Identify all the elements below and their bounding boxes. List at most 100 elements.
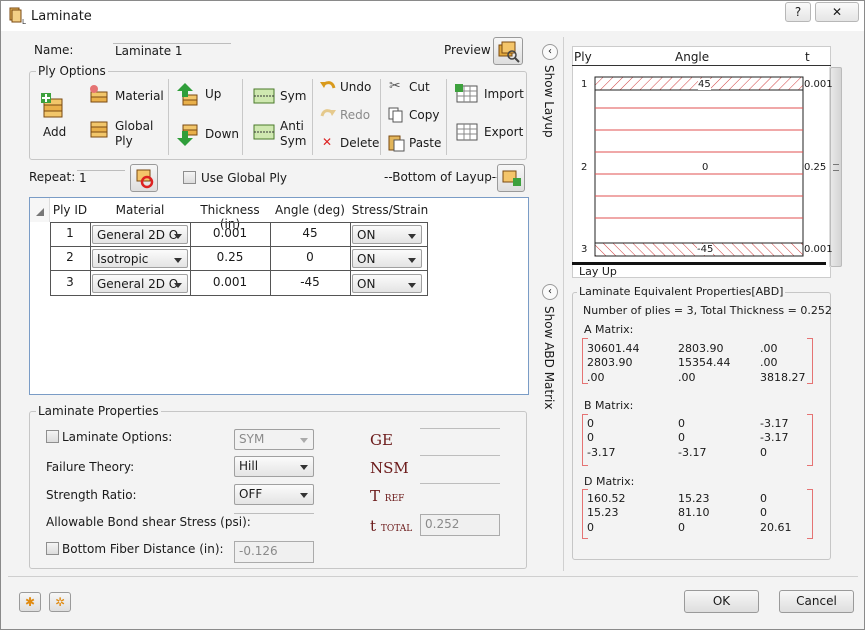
- b-matrix-cell: -3.17: [760, 417, 789, 430]
- import-button[interactable]: Import: [484, 87, 524, 101]
- table-grid-line: [90, 222, 91, 296]
- table-row-material-select[interactable]: General 2D O: [92, 274, 188, 293]
- layup-header-line: [572, 65, 831, 66]
- use-global-ply-checkbox[interactable]: [183, 171, 196, 184]
- table-row-material-select[interactable]: Isotropic: [92, 249, 188, 268]
- layup-col-t: t: [805, 50, 810, 64]
- add-button[interactable]: Add: [43, 125, 66, 139]
- table-row-material-select[interactable]: General 2D O: [92, 225, 188, 244]
- table-grid-line: [50, 246, 428, 247]
- repeat-field[interactable]: 1: [77, 170, 125, 185]
- table-row-ply-id: 2: [66, 250, 74, 264]
- name-field[interactable]: Laminate 1: [113, 43, 231, 58]
- col-header-angle[interactable]: Angle (deg): [270, 203, 350, 217]
- preview-button[interactable]: [493, 37, 523, 65]
- table-grid-line: [50, 270, 428, 271]
- cut-icon: ✂: [389, 78, 401, 94]
- close-button[interactable]: ✕: [815, 2, 859, 22]
- table-row-stress-strain-select[interactable]: ON: [352, 225, 422, 244]
- cancel-button[interactable]: Cancel: [779, 590, 854, 613]
- material-star-icon: ✲: [54, 595, 66, 609]
- cut-button[interactable]: Cut: [409, 80, 430, 94]
- sym-button[interactable]: Sym: [280, 89, 306, 103]
- laminate-options-value: SYM: [239, 432, 265, 446]
- laminate-options-select[interactable]: SYM: [234, 429, 314, 450]
- laminate-app-icon: L: [9, 7, 26, 25]
- layup-drawing: [594, 76, 804, 257]
- bottom-of-layup-button[interactable]: [497, 164, 525, 192]
- copy-button[interactable]: Copy: [409, 108, 439, 122]
- show-layup-collapse-button[interactable]: ‹: [542, 44, 558, 60]
- use-global-ply-label: Use Global Ply: [201, 171, 287, 185]
- col-header-stress-strain[interactable]: Stress/Strain: [350, 203, 430, 217]
- repeat-icon: [136, 169, 154, 189]
- anti-sym-button[interactable]: Anti Sym: [280, 119, 306, 149]
- table-row-thickness[interactable]: 0.25: [190, 250, 270, 264]
- b-matrix-label: B Matrix:: [584, 399, 634, 412]
- b-matrix-bracket-right: [807, 414, 813, 466]
- tref-field[interactable]: [420, 483, 500, 484]
- repeat-label: Repeat:: [29, 170, 76, 184]
- table-row-angle[interactable]: 0: [270, 250, 350, 264]
- col-header-material[interactable]: Material: [90, 203, 190, 217]
- toolbar-separator: [168, 79, 169, 155]
- delete-button[interactable]: Delete: [340, 136, 379, 150]
- show-layup-tab[interactable]: Show Layup: [542, 65, 556, 138]
- add-ply-icon: [41, 93, 63, 118]
- footer-tool-button-1[interactable]: ✱: [19, 592, 41, 612]
- show-abd-matrix-tab[interactable]: Show ABD Matrix: [542, 306, 556, 409]
- redo-button[interactable]: Redo: [340, 108, 370, 122]
- strength-ratio-select[interactable]: OFF: [234, 484, 314, 505]
- table-row-stress-strain-select[interactable]: ON: [352, 249, 422, 268]
- tref-subscript: REF: [384, 494, 405, 504]
- abd-summary: Number of plies = 3, Total Thickness = 0…: [583, 304, 832, 317]
- star-icon: ✱: [24, 595, 36, 609]
- failure-theory-value: Hill: [239, 459, 259, 473]
- table-row-stress-strain-select[interactable]: ON: [352, 274, 422, 293]
- layup-ply-t: 0.001: [804, 79, 833, 90]
- table-row-thickness[interactable]: 0.001: [190, 275, 270, 289]
- b-matrix-cell: -3.17: [587, 446, 616, 459]
- down-button[interactable]: Down: [205, 127, 239, 141]
- select-all-corner-icon[interactable]: [36, 208, 46, 218]
- bottom-fiber-checkbox[interactable]: [46, 542, 59, 555]
- export-button[interactable]: Export: [484, 125, 523, 139]
- footer-tool-button-2[interactable]: ✲: [49, 592, 71, 612]
- nsm-field[interactable]: [420, 455, 500, 456]
- failure-theory-select[interactable]: Hill: [234, 456, 314, 477]
- table-row-thickness[interactable]: 0.001: [190, 226, 270, 240]
- redo-icon: [320, 109, 336, 117]
- ok-button[interactable]: OK: [684, 590, 759, 613]
- toolbar-separator: [380, 79, 381, 155]
- d-matrix-cell: 20.61: [760, 521, 792, 534]
- toolbar-separator: [446, 79, 447, 155]
- ply-table: Ply ID Material Thickness (in) Angle (de…: [29, 197, 529, 395]
- bottom-fiber-field[interactable]: -0.126: [234, 541, 314, 563]
- undo-button[interactable]: Undo: [340, 80, 371, 94]
- col-header-ply-id[interactable]: Ply ID: [50, 203, 90, 217]
- delete-icon: ✕: [322, 135, 333, 149]
- layup-ply-t: 0.001: [804, 244, 833, 255]
- layup-col-ply: Ply: [574, 50, 592, 64]
- failure-theory-label: Failure Theory:: [46, 460, 135, 474]
- ge-field[interactable]: [420, 428, 500, 429]
- table-row-angle[interactable]: 45: [270, 226, 350, 240]
- show-abd-collapse-button[interactable]: ‹: [542, 284, 558, 300]
- ttotal-field[interactable]: 0.252: [420, 514, 500, 536]
- chevron-down-icon: [174, 283, 182, 288]
- bond-shear-field[interactable]: [234, 513, 314, 514]
- paste-button[interactable]: Paste: [409, 136, 441, 150]
- material-icon: [90, 85, 108, 103]
- d-matrix-cell: 15.23: [587, 506, 619, 519]
- layup-direction-label: Lay Up: [579, 265, 617, 278]
- layup-ply-id: 2: [581, 162, 588, 173]
- scroll-grip-icon: [833, 164, 839, 171]
- table-row-angle[interactable]: -45: [270, 275, 350, 289]
- material-button[interactable]: Material: [115, 89, 164, 103]
- laminate-options-checkbox[interactable]: [46, 430, 59, 443]
- global-ply-button[interactable]: Global Ply: [115, 119, 153, 149]
- help-button[interactable]: ?: [785, 2, 811, 22]
- repeat-apply-button[interactable]: [130, 164, 158, 192]
- up-button[interactable]: Up: [205, 87, 221, 101]
- add-ply-bottom-icon: [502, 170, 521, 186]
